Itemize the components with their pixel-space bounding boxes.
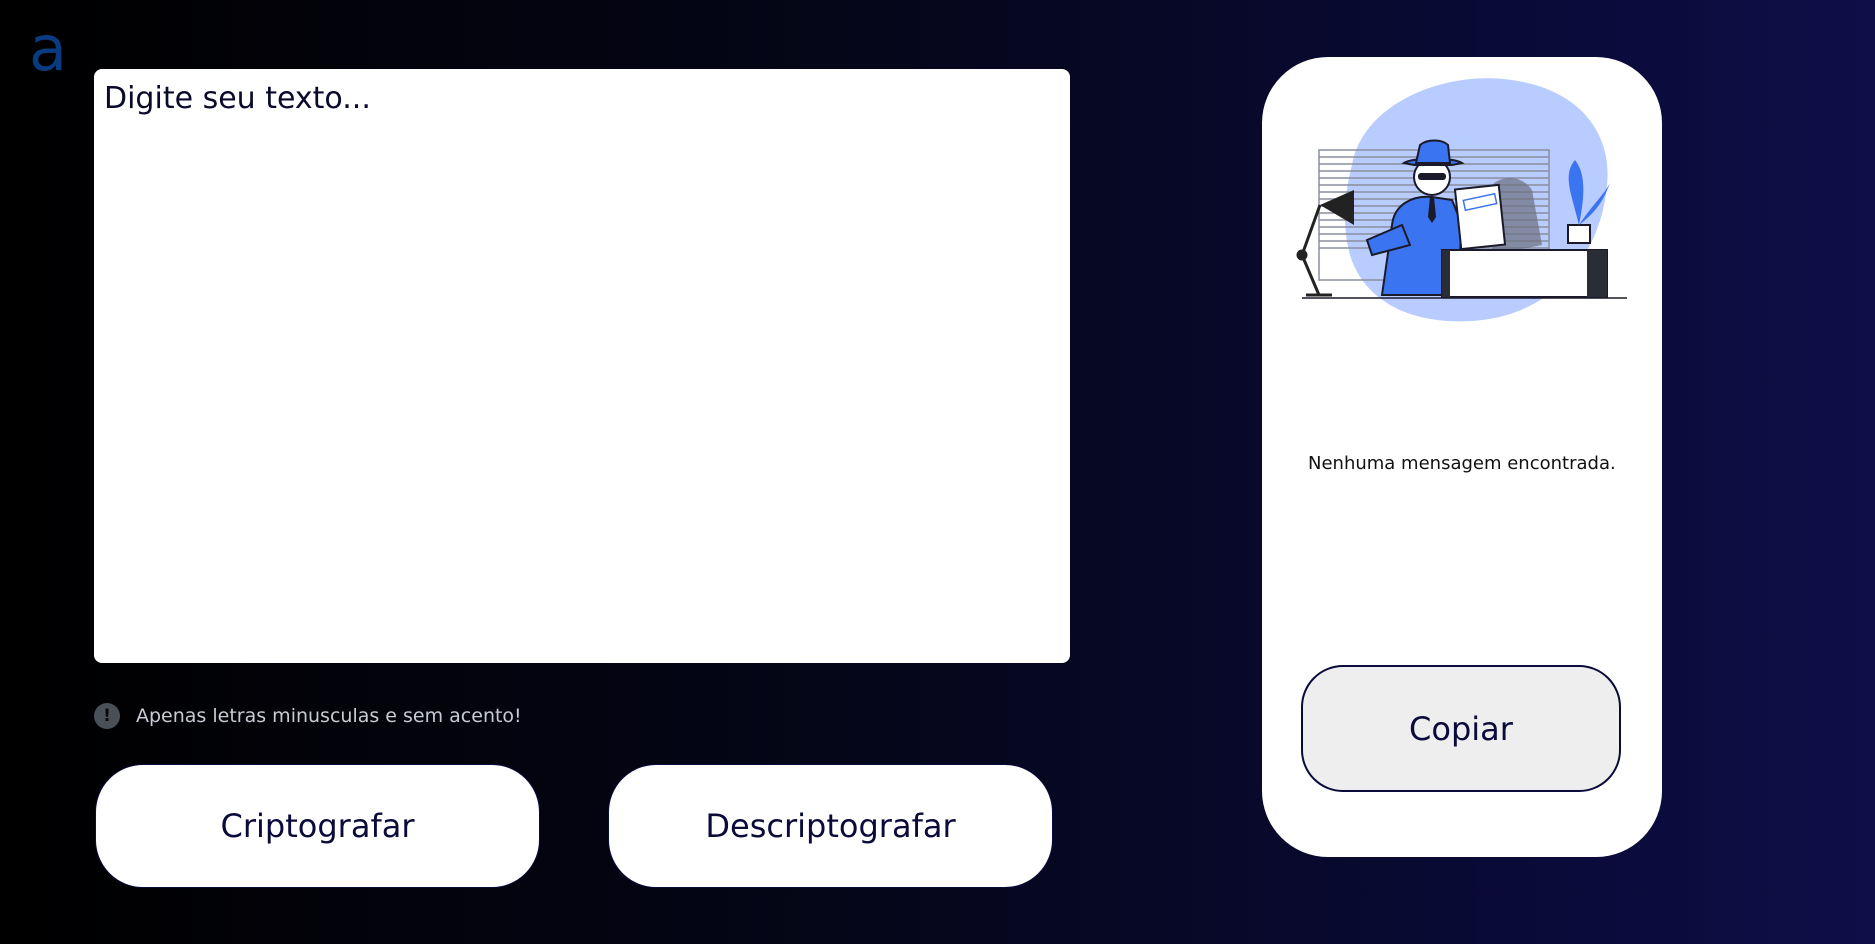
detective-illustration — [1296, 78, 1627, 322]
logo-letter: a — [29, 18, 67, 84]
message-input[interactable] — [94, 69, 1070, 663]
encrypt-button[interactable]: Criptografar — [95, 764, 540, 888]
logo-icon: a — [29, 18, 67, 84]
empty-message: Nenhuma mensagem encontrada. — [1308, 453, 1616, 474]
copy-button[interactable]: Copiar — [1301, 665, 1621, 792]
decrypt-button[interactable]: Descriptografar — [608, 764, 1053, 888]
hint-row: ! Apenas letras minusculas e sem acento! — [94, 703, 522, 729]
exclamation-circle-icon: ! — [94, 703, 120, 729]
hint-text: Apenas letras minusculas e sem acento! — [136, 705, 522, 727]
output-panel: Nenhuma mensagem encontrada. Copiar — [1262, 57, 1662, 857]
